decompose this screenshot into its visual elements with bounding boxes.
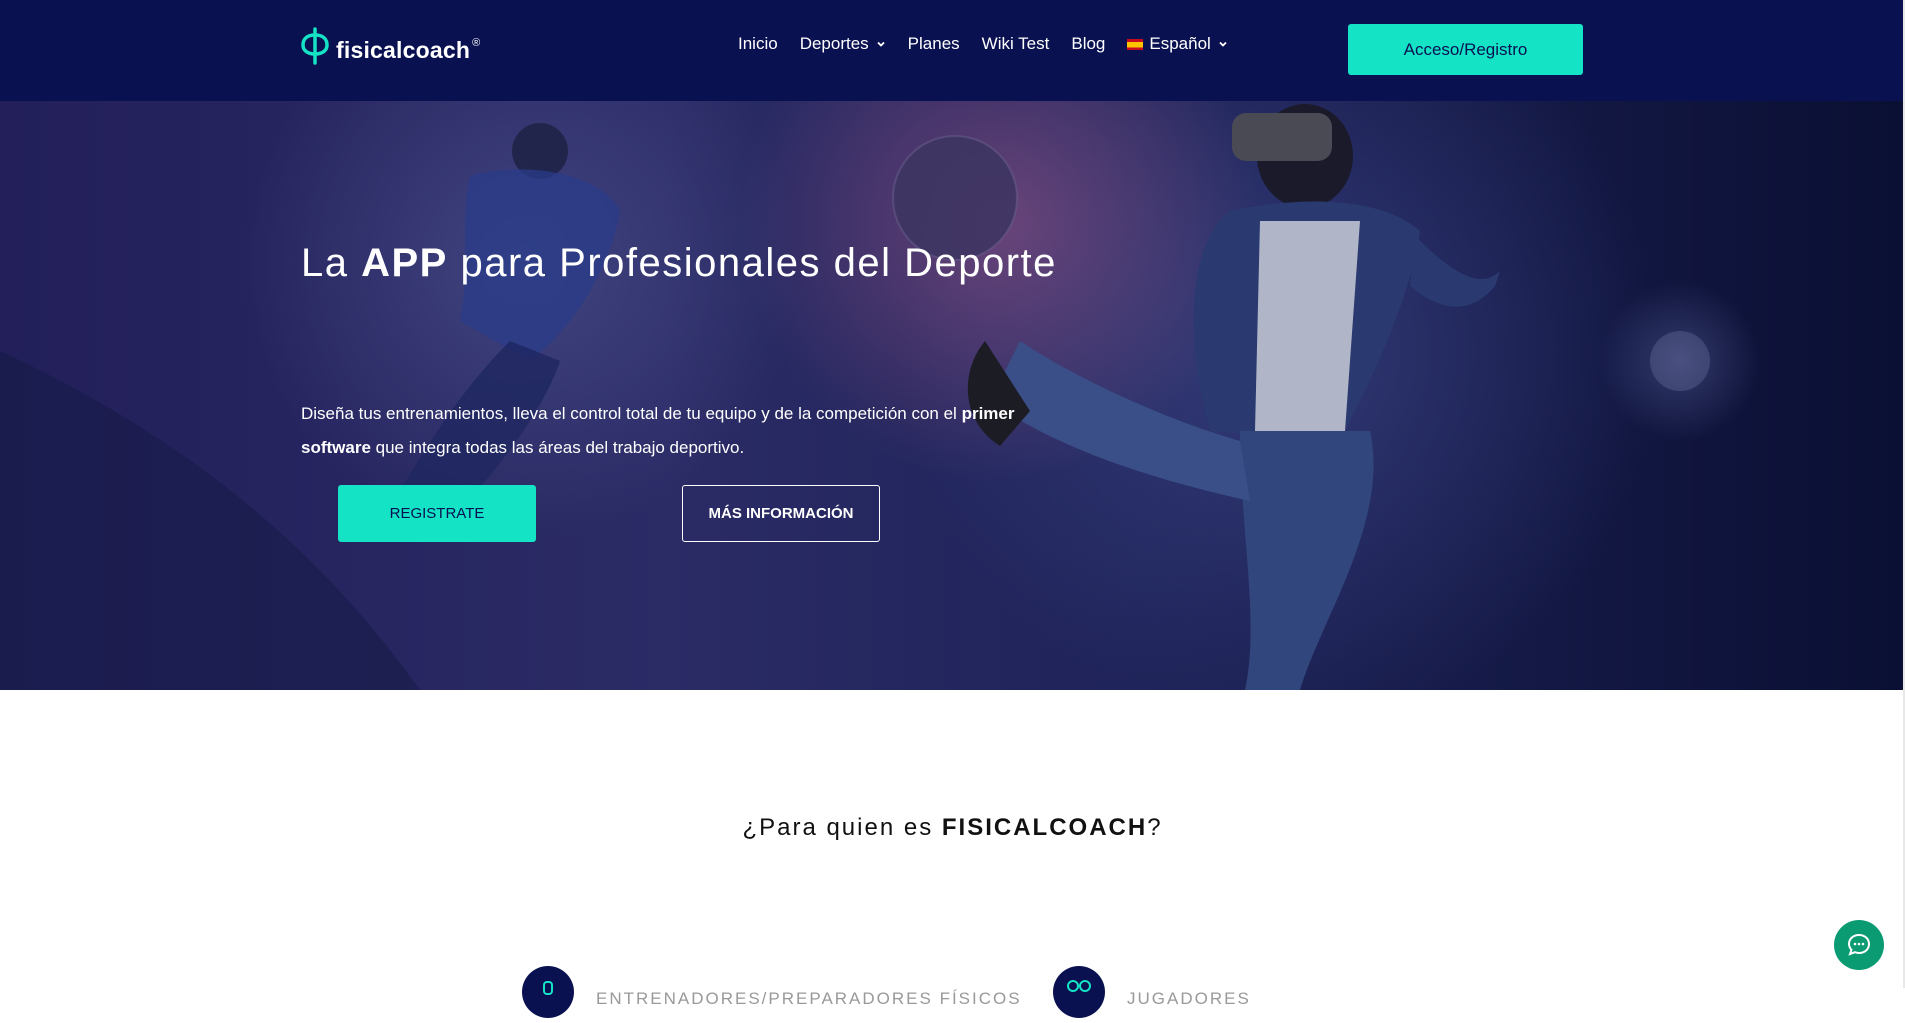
more-info-button[interactable]: MÁS INFORMACIÓN [682,485,880,542]
feature-label: ENTRENADORES/PREPARADORES FÍSICOS [596,989,1022,1008]
hero-desc-pre: Diseña tus entrenamientos, lleva el cont… [301,404,962,423]
feature-players: JUGADORES [1053,966,1251,1018]
nav-label: Deportes [799,34,869,53]
chevron-down-icon [1219,41,1227,47]
nav-item-inicio[interactable]: Inicio [738,34,778,54]
section-title-pre: ¿Para quien es [742,814,942,841]
nav-item-blog[interactable]: Blog [1071,34,1105,54]
logo-text: fisicalcoach [336,36,471,63]
hero-title: La APP para Profesionales del Deporte [301,233,1061,293]
language-label: Español [1149,34,1211,53]
login-register-button[interactable]: Acceso/Registro [1348,24,1583,75]
register-button[interactable]: REGISTRATE [338,485,536,542]
feature-coaches: ENTRENADORES/PREPARADORES FÍSICOS [522,966,1022,1018]
phi-logo-icon [301,27,329,65]
nav-label: Planes [907,34,960,53]
hero-description: Diseña tus entrenamientos, lleva el cont… [301,397,1061,465]
spain-flag-icon [1127,38,1144,50]
hero-title-pre: La [301,241,362,285]
hero-background-image [0,104,1710,690]
section-title: ¿Para quien es FISICALCOACH? [0,814,1905,842]
nav-label: Inicio [738,34,778,53]
chat-bubble-icon [1847,933,1871,956]
section-title-post: ? [1147,814,1163,841]
logo-registered-mark: ® [472,37,481,49]
section-title-bold: FISICALCOACH [941,814,1148,841]
chevron-down-icon [877,41,885,47]
nav-item-planes[interactable]: Planes [908,34,960,54]
nav-item-deportes[interactable]: Deportes [800,34,886,54]
site-header: fisicalcoach ® Inicio Deportes Planes Wi… [0,0,1905,101]
main-nav: Inicio Deportes Planes Wiki Test Blog Es… [738,34,1250,54]
nav-item-wiki-test[interactable]: Wiki Test [982,34,1050,54]
hero-title-bold: APP [361,241,448,285]
nav-label: Wiki Test [981,34,1050,53]
language-selector[interactable]: Español [1127,34,1227,54]
players-icon [1053,966,1105,1018]
hero-title-post: para Profesionales del Deporte [447,241,1057,285]
whistle-icon [522,966,574,1018]
chat-widget-button[interactable] [1834,920,1884,970]
hero-desc-post: que integra todas las áreas del trabajo … [370,438,745,457]
nav-label: Blog [1071,34,1106,53]
hero-banner: La APP para Profesionales del Deporte Di… [0,101,1905,690]
logo[interactable]: fisicalcoach ® [300,26,480,66]
feature-label: JUGADORES [1127,989,1251,1008]
